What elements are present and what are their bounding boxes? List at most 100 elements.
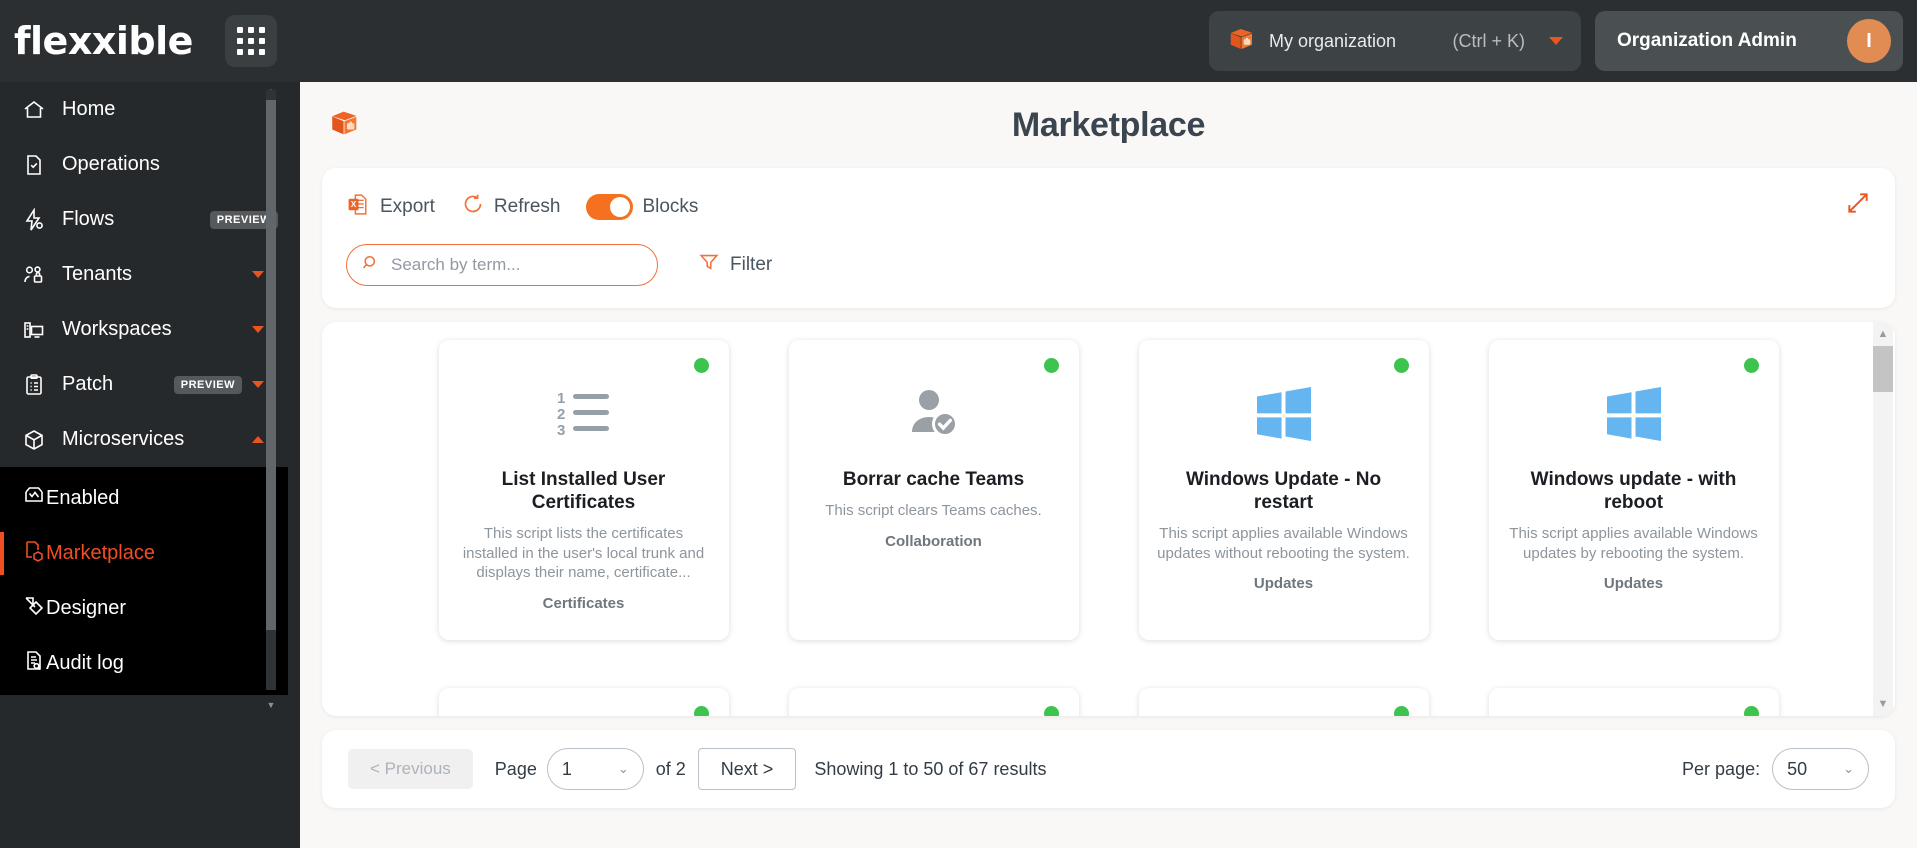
chevron-down-icon[interactable] — [252, 326, 264, 333]
user-check-icon — [903, 368, 965, 460]
cards-scrollbar-thumb[interactable] — [1873, 346, 1893, 392]
sidebar-item-designer[interactable]: Designer — [0, 581, 288, 636]
expand-diagonal-icon[interactable] — [1845, 190, 1871, 221]
card-title: Windows Update - No restart — [1185, 469, 1382, 514]
next-page-button[interactable]: Next > — [697, 748, 797, 790]
filter-button[interactable]: Filter — [698, 251, 772, 279]
sidebar-scrollbar-thumb[interactable] — [266, 100, 276, 630]
marketplace-card[interactable]: Borrar cache Teams This script clears Te… — [788, 340, 1079, 640]
clipboard-list-icon — [22, 373, 56, 397]
marketplace-card[interactable]: 1 2 3 List Installed User Certificates T… — [438, 340, 729, 640]
document-check-icon — [22, 153, 56, 177]
chevron-down-icon[interactable] — [1549, 37, 1563, 45]
svg-text:3: 3 — [557, 422, 565, 439]
sidebar-item-operations[interactable]: Operations — [0, 137, 288, 192]
sidebar-item-workspaces[interactable]: Workspaces — [0, 302, 288, 357]
sidebar-item-label: Tenants — [62, 263, 133, 285]
chevron-down-icon[interactable] — [252, 381, 264, 388]
chevron-down-icon[interactable] — [252, 271, 264, 278]
sidebar-item-microservices[interactable]: Microservices — [0, 412, 288, 467]
card-description: This script lists the certificates insta… — [462, 525, 705, 582]
card-description: This script clears Teams caches. — [825, 502, 1042, 520]
sidebar-item-label: Flows — [62, 208, 115, 230]
designer-ruler-icon — [22, 594, 46, 624]
previous-page-button[interactable]: < Previous — [348, 749, 473, 789]
pagination-bar: < Previous Page 1 ⌄ of 2 Next > Showing … — [322, 730, 1895, 808]
brand-logo[interactable]: flexxible — [0, 15, 277, 67]
svg-text:2: 2 — [557, 406, 565, 423]
app-grid-dots — [236, 27, 265, 55]
card-category: Collaboration — [885, 532, 982, 550]
sidebar-item-audit-log[interactable]: Audit log — [0, 636, 288, 691]
package-box-icon — [1227, 24, 1257, 59]
card-category: Certificates — [542, 594, 625, 612]
organization-selector[interactable]: My organization (Ctrl + K) — [1209, 11, 1581, 71]
home-icon — [22, 98, 56, 122]
sidebar-item-label: Workspaces — [62, 318, 172, 340]
chevron-up-icon[interactable] — [252, 436, 264, 443]
cards-scrollbar[interactable]: ▲ ▼ — [1873, 322, 1893, 716]
refresh-button[interactable]: Refresh — [461, 192, 560, 222]
avatar[interactable]: I — [1847, 19, 1891, 63]
windows-logo-icon — [1253, 368, 1315, 460]
chevron-down-icon: ⌄ — [617, 761, 629, 776]
sidebar-item-label: Operations — [62, 153, 160, 175]
numbered-list-icon: 1 2 3 — [553, 368, 615, 460]
svg-text:X: X — [351, 199, 357, 209]
results-summary: Showing 1 to 50 of 67 results — [814, 758, 1047, 779]
marketplace-card[interactable]: Windows Update - No restart This script … — [1138, 340, 1429, 640]
status-badge — [1743, 358, 1759, 373]
card-title: List Installed User Certificates — [501, 469, 666, 514]
scroll-down-arrow-icon[interactable]: ▼ — [1873, 694, 1893, 714]
sidebar-item-home[interactable]: Home — [0, 82, 288, 137]
sidebar-item-flows[interactable]: Flows PREVIEW — [0, 192, 288, 247]
app-grid-icon[interactable] — [224, 15, 277, 67]
blocks-label: Blocks — [642, 196, 699, 217]
page-title: Marketplace — [1011, 105, 1206, 144]
sidebar-item-tenants[interactable]: Tenants — [0, 247, 288, 302]
top-bar-right: My organization (Ctrl + K) Organization … — [1209, 0, 1917, 82]
top-bar: flexxible My organization (Ctrl + K) Org… — [0, 0, 1917, 82]
main-content: Marketplace X Export Refresh Blocks Sear… — [300, 82, 1917, 848]
export-button[interactable]: X Export — [346, 192, 435, 223]
cube-icon — [22, 428, 56, 452]
export-label: Export — [380, 196, 435, 217]
marketplace-card[interactable] — [788, 688, 1079, 716]
marketplace-icon — [22, 539, 46, 569]
blocks-toggle[interactable] — [586, 194, 634, 220]
sidebar-item-enabled[interactable]: Enabled — [0, 471, 288, 526]
per-page-select[interactable]: 50 ⌄ — [1772, 748, 1869, 790]
sidebar-item-label: Audit log — [46, 652, 124, 674]
funnel-icon — [698, 251, 720, 279]
cards-grid: 1 2 3 List Installed User Certificates T… — [322, 322, 1895, 640]
scroll-up-arrow-icon[interactable]: ▲ — [1873, 324, 1893, 344]
marketplace-card[interactable]: Windows update - with reboot This script… — [1488, 340, 1779, 640]
sidebar-item-label: Microservices — [62, 428, 185, 450]
toolbar: X Export Refresh Blocks — [346, 186, 1871, 228]
per-page-group: Per page: 50 ⌄ — [1682, 748, 1869, 790]
filter-label: Filter — [730, 254, 773, 275]
user-role-menu[interactable]: Organization Admin I — [1595, 11, 1903, 71]
microservices-submenu: Enabled Marketplace Designer Audit log — [0, 467, 288, 695]
page-number-select[interactable]: 1 ⌄ — [546, 748, 644, 790]
page-number-value: 1 — [561, 758, 572, 779]
marketplace-card[interactable] — [438, 688, 729, 716]
sidebar-scroll-area: Home Operations Flows PREVIEW Tenants Wo… — [0, 82, 288, 848]
sidebar-scroll-down-arrow[interactable]: ▼ — [266, 700, 276, 710]
blocks-toggle-group[interactable]: Blocks — [586, 194, 698, 220]
toolbar-panel: X Export Refresh Blocks Search by term..… — [322, 168, 1895, 308]
search-input[interactable] — [391, 255, 643, 275]
marketplace-card[interactable] — [1488, 688, 1779, 716]
sidebar-item-label: Marketplace — [46, 542, 155, 564]
sidebar-item-patch[interactable]: Patch PREVIEW — [0, 357, 288, 412]
status-badge — [693, 358, 709, 373]
sidebar-item-marketplace[interactable]: Marketplace — [0, 526, 288, 581]
card-title: Windows update - with reboot — [1530, 469, 1737, 514]
users-lock-icon — [22, 263, 56, 287]
marketplace-card[interactable] — [1138, 688, 1429, 716]
search-box[interactable] — [346, 244, 658, 286]
sidebar-item-label: Enabled — [46, 487, 120, 509]
audit-log-icon — [22, 649, 46, 679]
status-badge — [1393, 706, 1409, 716]
sidebar: Home Operations Flows PREVIEW Tenants Wo… — [0, 82, 300, 848]
